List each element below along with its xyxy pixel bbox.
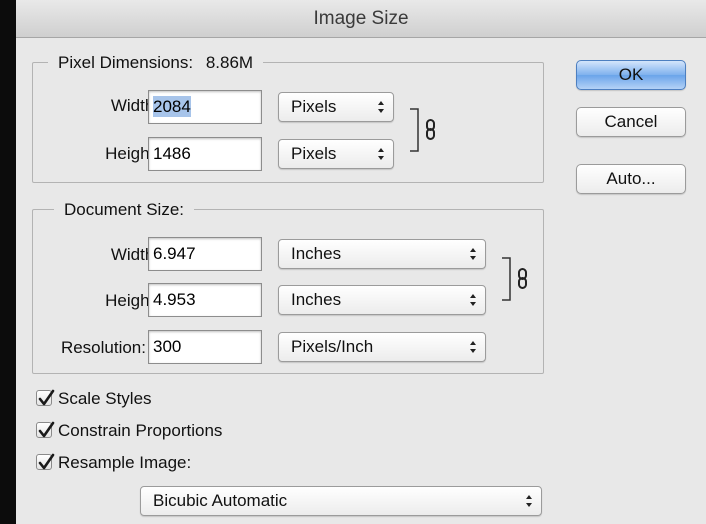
doc-height-unit-label: Inches <box>291 290 342 309</box>
up-down-arrows-icon <box>378 101 384 113</box>
checkmark-icon <box>38 453 55 470</box>
doc-height-input[interactable]: 4.953 <box>148 283 262 317</box>
constrain-proportions-label: Constrain Proportions <box>58 421 223 440</box>
checkbox-box <box>36 389 55 406</box>
resolution-input[interactable]: 300 <box>148 330 262 364</box>
image-size-dialog: Image Size Pixel Dimensions: 8.86M Width… <box>16 0 706 524</box>
doc-width-input[interactable]: 6.947 <box>148 237 262 271</box>
pixel-height-unit-label: Pixels <box>291 144 337 163</box>
checkmark-icon <box>38 389 55 406</box>
up-down-arrows-icon <box>470 248 476 260</box>
up-down-arrows-icon <box>470 341 476 353</box>
scale-styles-label: Scale Styles <box>58 389 152 408</box>
pixel-width-unit-label: Pixels <box>291 97 337 116</box>
resample-image-label: Resample Image: <box>58 453 192 472</box>
resample-method-select[interactable]: Bicubic Automatic <box>140 486 542 516</box>
resample-method-label: Bicubic Automatic <box>153 491 288 510</box>
auto-button[interactable]: Auto... <box>576 164 686 194</box>
checkbox-box <box>36 453 55 470</box>
cancel-button[interactable]: Cancel <box>576 107 686 137</box>
up-down-arrows-icon <box>470 294 476 306</box>
checkmark-icon <box>38 421 55 438</box>
doc-width-unit-label: Inches <box>291 244 342 263</box>
doc-width-unit-select[interactable]: Inches <box>278 239 486 269</box>
chain-link-icon[interactable] <box>500 256 536 302</box>
resolution-unit-label: Pixels/Inch <box>291 337 374 356</box>
pixel-width-unit-select[interactable]: Pixels <box>278 92 394 122</box>
pixel-dimensions-label: Pixel Dimensions: <box>58 53 194 72</box>
up-down-arrows-icon <box>378 148 384 160</box>
pixel-height-input[interactable]: 1486 <box>148 137 262 171</box>
checkbox-box <box>36 421 55 438</box>
pixel-dimensions-legend: Pixel Dimensions: 8.86M <box>48 53 264 73</box>
resolution-unit-select[interactable]: Pixels/Inch <box>278 332 486 362</box>
pixel-dimensions-size: 8.86M <box>205 53 254 72</box>
up-down-arrows-icon <box>526 495 532 507</box>
doc-height-unit-select[interactable]: Inches <box>278 285 486 315</box>
chain-link-icon[interactable] <box>408 107 444 153</box>
dialog-title: Image Size <box>16 0 706 38</box>
document-size-legend: Document Size: <box>54 200 194 220</box>
ok-button[interactable]: OK <box>576 60 686 90</box>
resolution-label: Resolution: <box>60 338 146 357</box>
pixel-height-unit-select[interactable]: Pixels <box>278 139 394 169</box>
pixel-width-value: 2084 <box>153 96 191 117</box>
pixel-width-input[interactable]: 2084 <box>148 90 262 124</box>
